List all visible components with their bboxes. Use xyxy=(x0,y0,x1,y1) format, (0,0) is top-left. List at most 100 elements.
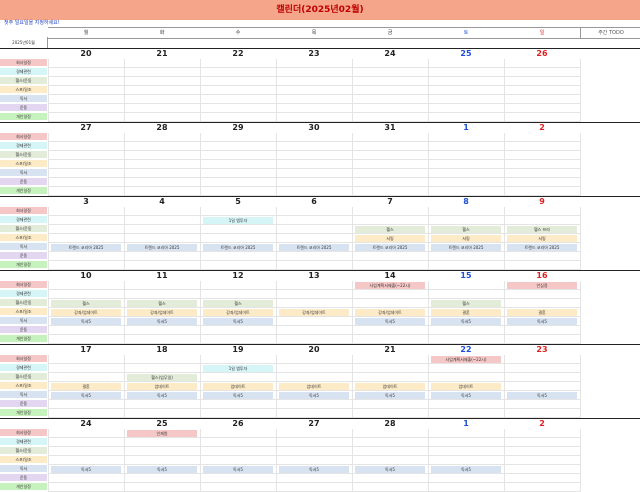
calendar-event[interactable]: 독서5 xyxy=(279,466,349,473)
day-number[interactable]: 31 xyxy=(352,122,428,133)
calendar-event[interactable]: 독서5 xyxy=(51,466,121,473)
calendar-event[interactable]: 독서5 xyxy=(51,318,121,325)
day-number[interactable]: 27 xyxy=(48,122,124,133)
day-number[interactable]: 12 xyxy=(200,270,276,281)
calendar-event[interactable]: 독서5 xyxy=(507,318,577,325)
calendar-event[interactable]: 독서5 xyxy=(507,392,577,399)
day-number[interactable]: 29 xyxy=(200,122,276,133)
calendar-event[interactable]: 업데이트 xyxy=(431,383,501,390)
calendar-event[interactable]: 트렌드 코리아 2025 xyxy=(51,244,121,251)
calendar-event[interactable]: 결혼 xyxy=(431,309,501,316)
day-number[interactable]: 22 xyxy=(200,48,276,59)
day-number[interactable]: 25 xyxy=(124,418,200,429)
calendar-event[interactable]: 헬스 xyxy=(127,300,197,307)
day-number[interactable]: 24 xyxy=(48,418,124,429)
calendar-event[interactable]: 강좌/업데이트 xyxy=(203,309,273,316)
day-number[interactable]: 28 xyxy=(124,122,200,133)
calendar-event[interactable]: 사업계획서제출(~22시) xyxy=(355,282,425,289)
calendar-event[interactable]: 업데이트 xyxy=(355,383,425,390)
day-number[interactable]: 9 xyxy=(504,196,580,207)
calendar-event[interactable]: 트렌드 코리아 2025 xyxy=(507,244,577,251)
day-number[interactable]: 24 xyxy=(352,48,428,59)
calendar-event[interactable]: 독서5 xyxy=(203,466,273,473)
day-number[interactable]: 20 xyxy=(276,344,352,355)
calendar-event[interactable]: 트렌드 코리아 2025 xyxy=(127,244,197,251)
day-number[interactable]: 21 xyxy=(124,48,200,59)
calendar-event[interactable]: 헬스 xyxy=(51,300,121,307)
calendar-event[interactable]: 헬스 xyxy=(431,300,501,307)
column-line xyxy=(276,281,277,344)
day-number[interactable]: 26 xyxy=(504,48,580,59)
day-number[interactable]: 16 xyxy=(504,270,580,281)
calendar-event[interactable]: 트렌드 코리아 2025 xyxy=(355,244,425,251)
calendar-event[interactable]: 독서5 xyxy=(355,318,425,325)
day-number[interactable]: 18 xyxy=(124,344,200,355)
calendar-event[interactable]: 강좌/업데이트 xyxy=(51,309,121,316)
day-number[interactable]: 6 xyxy=(276,196,352,207)
calendar-event[interactable]: 독서5 xyxy=(127,318,197,325)
column-line xyxy=(580,355,581,418)
calendar-event[interactable]: 독서5 xyxy=(431,318,501,325)
calendar-event[interactable]: 사업계획서제출(~22시) xyxy=(431,356,501,363)
calendar-event[interactable]: 독서5 xyxy=(431,466,501,473)
day-number[interactable]: 1 xyxy=(428,418,504,429)
day-number[interactable]: 10 xyxy=(48,270,124,281)
calendar-event[interactable]: 1일 앱투자 xyxy=(203,217,273,224)
day-number[interactable]: 17 xyxy=(48,344,124,355)
calendar-event[interactable]: 독서5 xyxy=(203,392,273,399)
day-number[interactable]: 27 xyxy=(276,418,352,429)
day-number[interactable]: 23 xyxy=(276,48,352,59)
day-number[interactable]: 22 xyxy=(428,344,504,355)
day-number[interactable]: 26 xyxy=(200,418,276,429)
calendar-event[interactable]: 독서5 xyxy=(355,392,425,399)
calendar-event[interactable]: 독서5 xyxy=(431,392,501,399)
day-number[interactable]: 21 xyxy=(352,344,428,355)
calendar-event[interactable]: 강좌/업데이트 xyxy=(355,309,425,316)
calendar-event[interactable]: 트렌드 코리아 2025 xyxy=(431,244,501,251)
calendar-event[interactable]: 트렌드 코리아 2025 xyxy=(279,244,349,251)
calendar-event[interactable]: 1일 앱투자 xyxy=(203,365,273,372)
day-number[interactable]: 20 xyxy=(48,48,124,59)
day-number[interactable]: 19 xyxy=(200,344,276,355)
calendar-event[interactable]: 헬스 xyxy=(431,226,501,233)
calendar-event[interactable]: 결혼 xyxy=(507,309,577,316)
calendar-event[interactable]: 결혼 xyxy=(51,383,121,390)
calendar-event[interactable]: 업데이트 xyxy=(203,383,273,390)
calendar-event[interactable]: 서핑 xyxy=(431,235,501,242)
calendar-event[interactable]: 독서5 xyxy=(279,392,349,399)
calendar-event[interactable]: 독서5 xyxy=(51,392,121,399)
calendar-event[interactable]: 강좌/업데이트 xyxy=(127,309,197,316)
day-number[interactable]: 2 xyxy=(504,122,580,133)
day-number[interactable]: 25 xyxy=(428,48,504,59)
calendar-event[interactable]: 독서5 xyxy=(127,392,197,399)
calendar-event[interactable]: 트렌드 코리아 2025 xyxy=(203,244,273,251)
calendar-event[interactable]: 독서5 xyxy=(203,318,273,325)
day-number[interactable]: 14 xyxy=(352,270,428,281)
day-number[interactable]: 7 xyxy=(352,196,428,207)
day-number[interactable]: 2 xyxy=(504,418,580,429)
calendar-event[interactable]: 헬스 xyxy=(203,300,273,307)
calendar-event[interactable]: 안심정 xyxy=(507,282,577,289)
day-number[interactable]: 4 xyxy=(124,196,200,207)
day-number[interactable]: 23 xyxy=(504,344,580,355)
calendar-event[interactable]: 독서5 xyxy=(355,466,425,473)
day-number[interactable]: 13 xyxy=(276,270,352,281)
day-number[interactable]: 15 xyxy=(428,270,504,281)
calendar-event[interactable]: 인재원 xyxy=(127,430,197,437)
day-number[interactable]: 3 xyxy=(48,196,124,207)
day-number[interactable]: 11 xyxy=(124,270,200,281)
calendar-event[interactable]: 헬스 xyxy=(355,226,425,233)
day-number[interactable]: 1 xyxy=(428,122,504,133)
calendar-event[interactable]: 헬스(업무일) xyxy=(127,374,197,381)
calendar-event[interactable]: 업데이트 xyxy=(279,383,349,390)
day-number[interactable]: 5 xyxy=(200,196,276,207)
calendar-event[interactable]: 업데이트 xyxy=(127,383,197,390)
calendar-event[interactable]: 강좌/업데이트 xyxy=(279,309,349,316)
day-number[interactable]: 30 xyxy=(276,122,352,133)
day-number[interactable]: 8 xyxy=(428,196,504,207)
day-number[interactable]: 28 xyxy=(352,418,428,429)
calendar-event[interactable]: 서핑 xyxy=(507,235,577,242)
calendar-event[interactable]: 독서5 xyxy=(127,466,197,473)
calendar-event[interactable]: 서핑 xyxy=(355,235,425,242)
calendar-event[interactable]: 헬스 프라 xyxy=(507,226,577,233)
